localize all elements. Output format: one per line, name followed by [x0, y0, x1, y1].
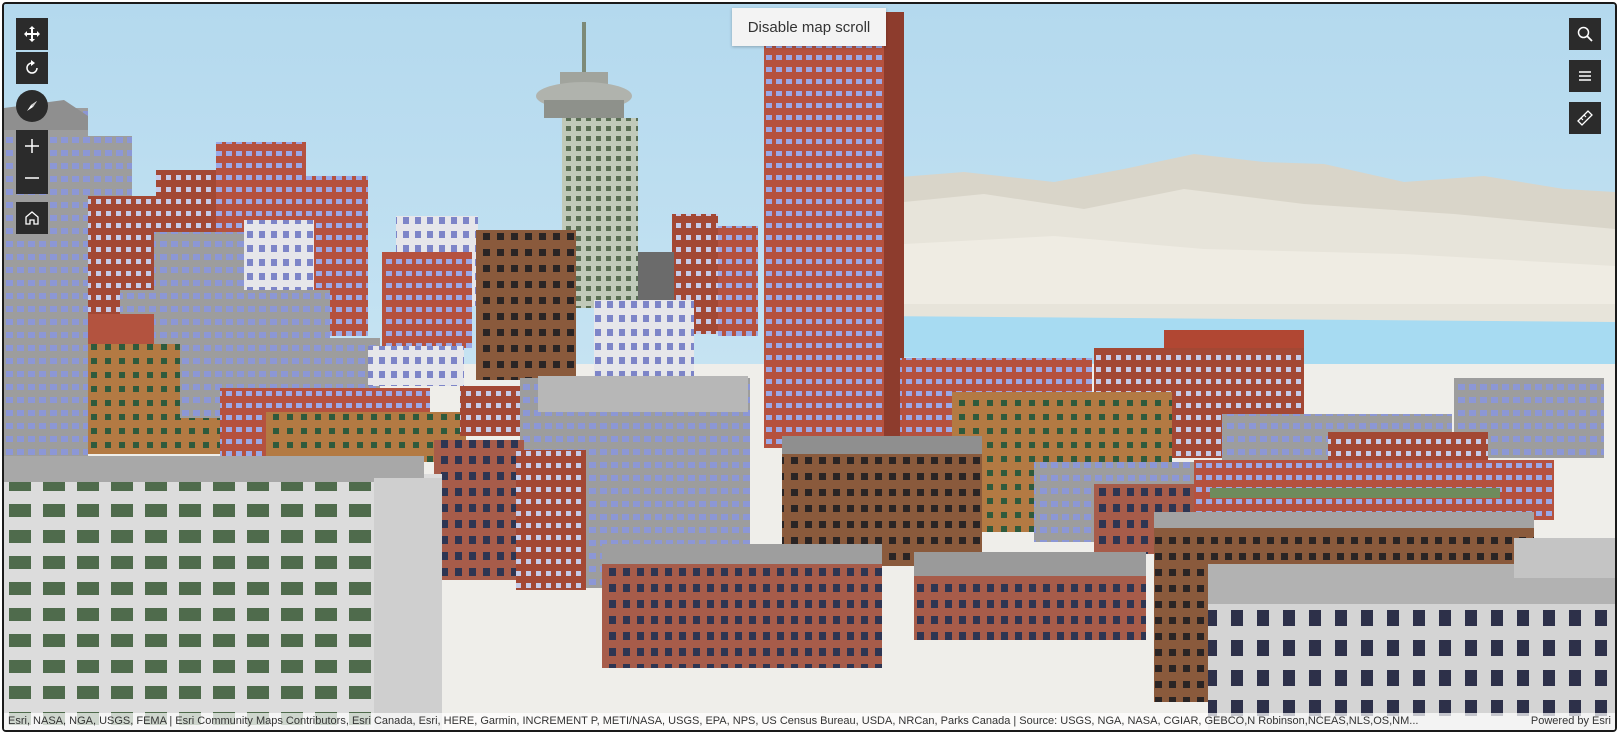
- home-button[interactable]: [16, 202, 48, 234]
- attribution-credits[interactable]: Esri, NASA, NGA, USGS, FEMA | Esri Commu…: [8, 713, 1508, 730]
- map-view[interactable]: Disable map scroll Esri, NASA, NGA, USGS…: [2, 2, 1617, 732]
- measure-icon: [1577, 110, 1593, 126]
- zoom-in-button[interactable]: [16, 130, 48, 162]
- compass-button[interactable]: [16, 90, 48, 122]
- 3d-city-scene[interactable]: [4, 4, 1615, 730]
- measure-button[interactable]: [1569, 102, 1601, 134]
- search-icon: [1577, 26, 1593, 42]
- pan-icon: [24, 26, 40, 42]
- layer-list-icon: [1579, 71, 1591, 81]
- rotate-icon: [26, 60, 38, 74]
- minus-icon: [25, 177, 39, 179]
- pan-button[interactable]: [16, 18, 48, 50]
- home-icon: [25, 211, 39, 225]
- powered-by-esri-link[interactable]: Powered by Esri: [1531, 713, 1611, 730]
- zoom-out-button[interactable]: [16, 162, 48, 194]
- layer-list-button[interactable]: [1569, 60, 1601, 92]
- rotate-button[interactable]: [16, 52, 48, 84]
- disable-map-scroll-button[interactable]: Disable map scroll: [732, 8, 886, 46]
- attribution-bar: Esri, NASA, NGA, USGS, FEMA | Esri Commu…: [4, 713, 1615, 730]
- compass-icon: [27, 101, 37, 111]
- search-button[interactable]: [1569, 18, 1601, 50]
- plus-icon: [25, 139, 39, 153]
